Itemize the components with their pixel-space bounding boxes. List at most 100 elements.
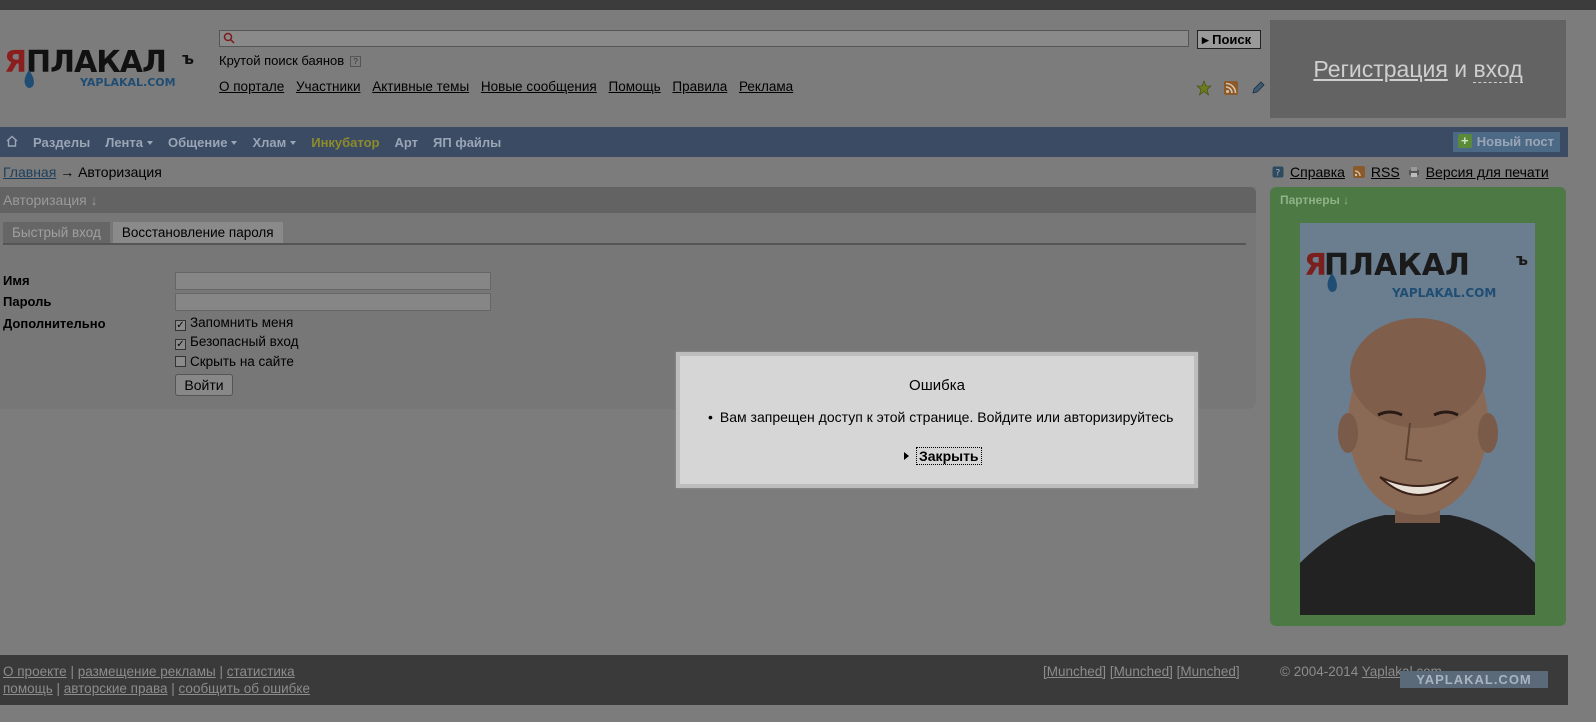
- svg-text:ъ: ъ: [182, 49, 194, 68]
- help-icon: ?: [1272, 166, 1284, 178]
- plus-icon: +: [1457, 134, 1472, 148]
- tab-quick-login[interactable]: Быстрый вход: [3, 222, 110, 244]
- tab-divider: [3, 243, 1246, 245]
- nav-art[interactable]: Арт: [395, 135, 419, 150]
- nav-files[interactable]: ЯП файлы: [433, 135, 501, 150]
- secure-login-label: Безопасный вход: [190, 334, 299, 349]
- link-help[interactable]: Помощь: [609, 79, 661, 94]
- login-link[interactable]: вход: [1473, 56, 1523, 83]
- svg-text:YAPLAKAL.COM: YAPLAKAL.COM: [1391, 286, 1496, 300]
- rss-icon: [1352, 166, 1365, 178]
- footer-copyright[interactable]: авторские права: [64, 681, 168, 696]
- breadcrumb-current: Авторизация: [78, 164, 162, 180]
- svg-text:?: ?: [1276, 169, 1281, 179]
- hide-online-checkbox[interactable]: [175, 356, 186, 367]
- link-ads[interactable]: Реклама: [739, 79, 793, 94]
- print-link-label: Версия для печати: [1425, 164, 1549, 180]
- pencil-icon[interactable]: [1250, 80, 1266, 96]
- munched-link-2[interactable]: [Munched]: [1110, 664, 1173, 679]
- search-button[interactable]: ▸ Поиск: [1197, 30, 1261, 49]
- help-question-icon[interactable]: ?: [350, 56, 362, 68]
- nav-art-label: Арт: [394, 134, 419, 150]
- search-icon: [223, 32, 235, 44]
- footer-report-error[interactable]: сообщить об ошибке: [179, 681, 310, 696]
- footer-row-1: О проекте | размещение рекламы | статист…: [3, 664, 295, 679]
- auth-header[interactable]: Авторизация ↓: [0, 187, 1256, 213]
- chevron-down-icon: [290, 141, 297, 146]
- nav-files-label: ЯП файлы: [433, 134, 502, 150]
- munched-links: [Munched] [Munched] [Munched]: [1043, 664, 1240, 679]
- nav-talk[interactable]: Общение: [168, 134, 238, 150]
- chevron-down-icon: [231, 141, 238, 146]
- name-label: Имя: [3, 273, 30, 288]
- breadcrumb: Главная → Авторизация: [3, 164, 162, 180]
- nav-feed-label: Лента: [105, 134, 144, 150]
- register-sep: и: [1454, 56, 1468, 82]
- search-input[interactable]: [219, 30, 1189, 47]
- link-new-messages[interactable]: Новые сообщения: [481, 79, 597, 94]
- rss-icon[interactable]: [1223, 80, 1239, 96]
- partner-banner[interactable]: Я ПЛАКАЛ ъ YAPLAKAL.COM: [1300, 223, 1535, 615]
- nav-feed[interactable]: Лента: [105, 134, 154, 150]
- dialog-message: Вам запрещен доступ к этой странице. Вой…: [708, 409, 1173, 425]
- new-post-button[interactable]: + Новый пост: [1452, 132, 1560, 152]
- remember-me-label: Запомнить меня: [190, 315, 294, 330]
- breadcrumb-arrow: →: [60, 164, 75, 180]
- close-button-label: Закрыть: [916, 447, 982, 465]
- munched-link-1[interactable]: [Munched]: [1043, 664, 1106, 679]
- copyright-text: © 2004-2014: [1280, 664, 1359, 679]
- home-icon[interactable]: [6, 135, 18, 150]
- footer-row-2: помощь | авторские права | сообщить об о…: [3, 681, 310, 696]
- hide-online-label: Скрыть на сайте: [190, 354, 294, 369]
- new-post-label: Новый пост: [1476, 134, 1554, 149]
- print-link[interactable]: Версия для печати: [1408, 164, 1549, 180]
- dialog-title: Ошибка: [909, 377, 965, 394]
- remember-me-checkbox[interactable]: ✓: [175, 320, 186, 331]
- footer-about[interactable]: О проекте: [3, 664, 67, 679]
- nav-sections-label: Разделы: [33, 134, 91, 150]
- footer-stats[interactable]: статистика: [227, 664, 295, 679]
- star-icon[interactable]: [1196, 80, 1212, 96]
- svg-text:ъ: ъ: [1516, 250, 1528, 269]
- nav-incubator[interactable]: Инкубатор: [311, 135, 379, 150]
- secure-login-checkbox[interactable]: ✓: [175, 339, 186, 350]
- munched-link-3[interactable]: [Munched]: [1177, 664, 1240, 679]
- password-input[interactable]: [175, 293, 491, 311]
- svg-text:Я: Я: [4, 45, 26, 80]
- chevron-down-icon: [147, 141, 154, 146]
- partners-panel: Партнеры ↓ Я ПЛАКАЛ ъ YAPLAKAL.COM: [1270, 187, 1566, 626]
- top-bar: [0, 0, 1596, 10]
- breadcrumb-home[interactable]: Главная: [3, 164, 56, 180]
- hide-online-option[interactable]: Скрыть на сайте: [175, 354, 294, 369]
- help-link[interactable]: ? Справка: [1272, 164, 1345, 180]
- remember-me-option[interactable]: ✓ Запомнить меня: [175, 315, 293, 331]
- link-rules[interactable]: Правила: [672, 79, 727, 94]
- nav-junk-label: Хлам: [252, 134, 287, 150]
- close-button[interactable]: Закрыть: [904, 447, 984, 465]
- tab-password-recovery[interactable]: Восстановление пароля: [112, 222, 283, 244]
- error-dialog: Ошибка Вам запрещен доступ к этой страни…: [676, 352, 1198, 488]
- tagline[interactable]: Крутой поиск баянов?: [219, 53, 362, 68]
- footer-ads[interactable]: размещение рекламы: [78, 664, 216, 679]
- nav-incubator-label: Инкубатор: [311, 134, 380, 150]
- rss-link-label: RSS: [1370, 164, 1400, 180]
- login-button[interactable]: Войти: [175, 374, 233, 396]
- nav-sections[interactable]: Разделы: [33, 135, 90, 150]
- link-members[interactable]: Участники: [296, 79, 361, 94]
- link-about[interactable]: О портале: [219, 79, 284, 94]
- name-input[interactable]: [175, 272, 491, 290]
- partners-title[interactable]: Партнеры ↓: [1280, 193, 1349, 207]
- nav-junk[interactable]: Хлам: [252, 134, 297, 150]
- extra-label: Дополнительно: [3, 316, 106, 331]
- link-active-topics[interactable]: Активные темы: [372, 79, 469, 94]
- register-link[interactable]: Регистрация: [1313, 56, 1447, 82]
- search-button-label: Поиск: [1212, 32, 1252, 47]
- printer-icon: [1408, 167, 1419, 177]
- footer-help[interactable]: помощь: [3, 681, 53, 696]
- help-links: ? Справка RSS Версия для печати: [1272, 164, 1549, 180]
- rss-link[interactable]: RSS: [1352, 164, 1400, 180]
- nav-talk-label: Общение: [168, 134, 228, 150]
- site-logo[interactable]: Я ПЛАКАЛ ъ YAPLAKAL.COM: [4, 44, 200, 96]
- secure-login-option[interactable]: ✓ Безопасный вход: [175, 334, 299, 350]
- main-nav: Разделы Лента Общение Хлам Инкубатор Арт…: [0, 127, 1568, 157]
